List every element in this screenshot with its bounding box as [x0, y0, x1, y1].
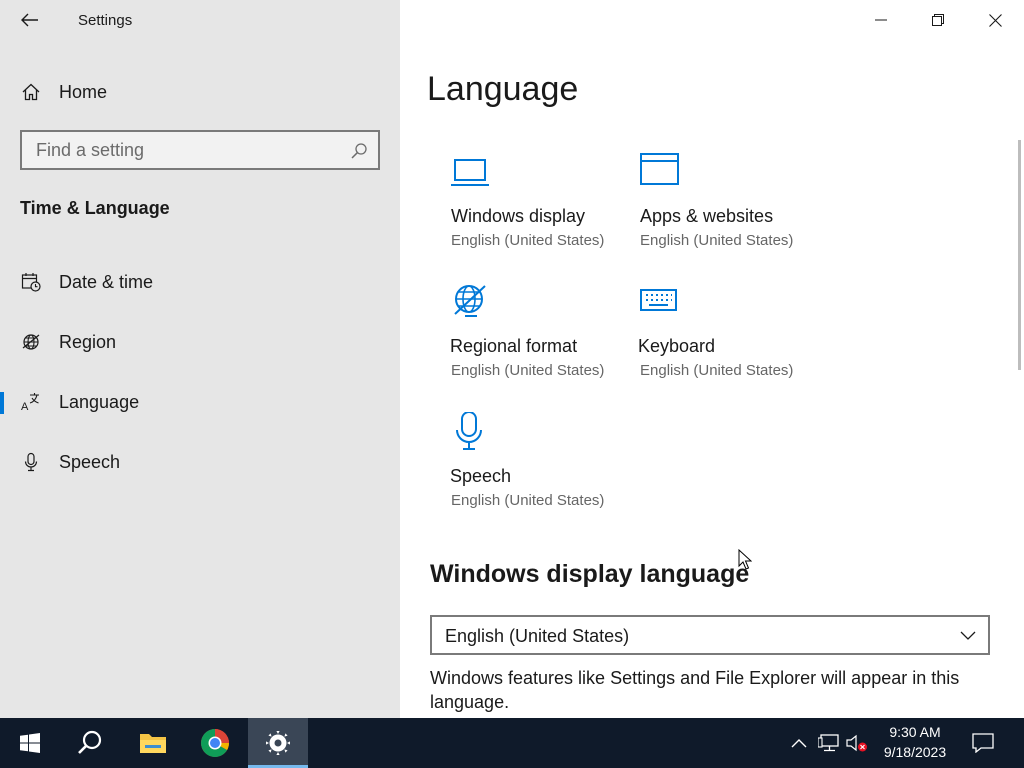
sidebar-item-home[interactable]: Home — [0, 72, 400, 112]
sidebar-item-label: Language — [59, 391, 140, 412]
tile-keyboard[interactable]: Keyboard English (United States) — [638, 282, 820, 402]
sidebar-item-speech[interactable]: Speech — [0, 442, 400, 482]
taskbar: 9:30 AM 9/18/2023 — [0, 718, 1024, 768]
taskbar-chrome[interactable] — [185, 718, 245, 768]
chevron-up-icon — [791, 739, 807, 748]
selection-indicator — [0, 392, 4, 414]
svg-text:A: A — [21, 401, 29, 413]
sidebar-item-region[interactable]: Region — [0, 322, 400, 362]
tile-title: Windows display — [451, 206, 586, 226]
tile-subtitle: English (United States) — [640, 362, 794, 379]
search-input[interactable] — [22, 132, 378, 168]
clock-time: 9:30 AM — [889, 724, 941, 740]
taskbar-file-explorer[interactable] — [123, 718, 183, 768]
tile-apps-websites[interactable]: Apps & websites English (United States) — [640, 152, 820, 272]
sidebar-item-language[interactable]: A Language — [0, 382, 400, 422]
display-language-heading: Windows display language — [430, 560, 750, 588]
restore-icon — [932, 14, 944, 26]
sidebar-item-label: Region — [59, 331, 117, 352]
clock[interactable]: 9:30 AM 9/18/2023 — [872, 722, 958, 762]
search-box[interactable] — [20, 130, 380, 170]
section-title: Time & Language — [20, 198, 170, 218]
tile-title: Regional format — [450, 336, 578, 356]
volume-button[interactable] — [846, 732, 868, 754]
tile-speech[interactable]: Speech English (United States) — [450, 412, 631, 532]
language-icon: A — [20, 391, 42, 413]
chevron-down-icon — [960, 631, 976, 640]
gear-icon — [266, 731, 290, 755]
close-button[interactable] — [966, 0, 1024, 40]
sidebar-item-label: Speech — [59, 451, 121, 472]
restore-button[interactable] — [909, 0, 967, 40]
microphone-icon — [20, 451, 42, 473]
tile-subtitle: English (United States) — [451, 492, 605, 509]
sidebar-item-date-time[interactable]: Date & time — [0, 262, 400, 302]
volume-muted-icon — [846, 734, 867, 752]
display-language-description: Windows features like Settings and File … — [430, 668, 960, 712]
search-icon — [78, 730, 102, 754]
laptop-icon — [451, 159, 489, 186]
close-icon — [988, 13, 1002, 27]
search-icon[interactable] — [350, 142, 368, 160]
minimize-button[interactable] — [852, 0, 910, 40]
display-language-dropdown[interactable]: English (United States) — [430, 615, 990, 655]
network-button[interactable] — [818, 732, 840, 754]
home-icon — [20, 81, 42, 103]
tile-subtitle: English (United States) — [451, 362, 605, 379]
back-button[interactable] — [14, 6, 46, 34]
scrollbar[interactable] — [1018, 140, 1021, 370]
page-title: Language — [427, 70, 579, 108]
notification-icon — [972, 733, 994, 753]
arrow-left-icon — [21, 13, 38, 27]
window-icon — [640, 153, 679, 185]
windows-logo-icon — [20, 733, 40, 753]
show-hidden-icons-button[interactable] — [788, 732, 810, 754]
tile-subtitle: English (United States) — [640, 232, 794, 249]
taskbar-search-button[interactable] — [60, 718, 120, 768]
taskbar-settings[interactable] — [248, 718, 308, 768]
keyboard-icon — [640, 289, 677, 311]
app-title: Settings — [78, 12, 133, 29]
start-button[interactable] — [0, 718, 60, 768]
action-center-button[interactable] — [972, 732, 994, 754]
tile-title: Keyboard — [638, 336, 716, 356]
microphone-icon — [456, 412, 482, 450]
globe-icon — [20, 331, 42, 353]
globe-icon — [454, 285, 486, 317]
minimize-icon — [875, 19, 887, 21]
sidebar-item-label: Date & time — [59, 271, 154, 292]
tile-subtitle: English (United States) — [451, 232, 605, 249]
sidebar-item-label: Home — [59, 81, 108, 102]
tile-title: Speech — [450, 466, 512, 486]
network-icon — [818, 734, 839, 752]
tile-windows-display[interactable]: Windows display English (United States) — [451, 152, 631, 272]
tile-regional-format[interactable]: Regional format English (United States) — [450, 282, 631, 402]
folder-icon — [140, 734, 166, 753]
tile-title: Apps & websites — [640, 206, 774, 226]
dropdown-value: English (United States) — [445, 626, 630, 646]
chrome-icon — [201, 729, 229, 757]
sidebar: Settings Home Time & Language Date & tim… — [0, 0, 400, 718]
clock-date: 9/18/2023 — [883, 744, 947, 760]
calendar-clock-icon — [20, 271, 42, 293]
